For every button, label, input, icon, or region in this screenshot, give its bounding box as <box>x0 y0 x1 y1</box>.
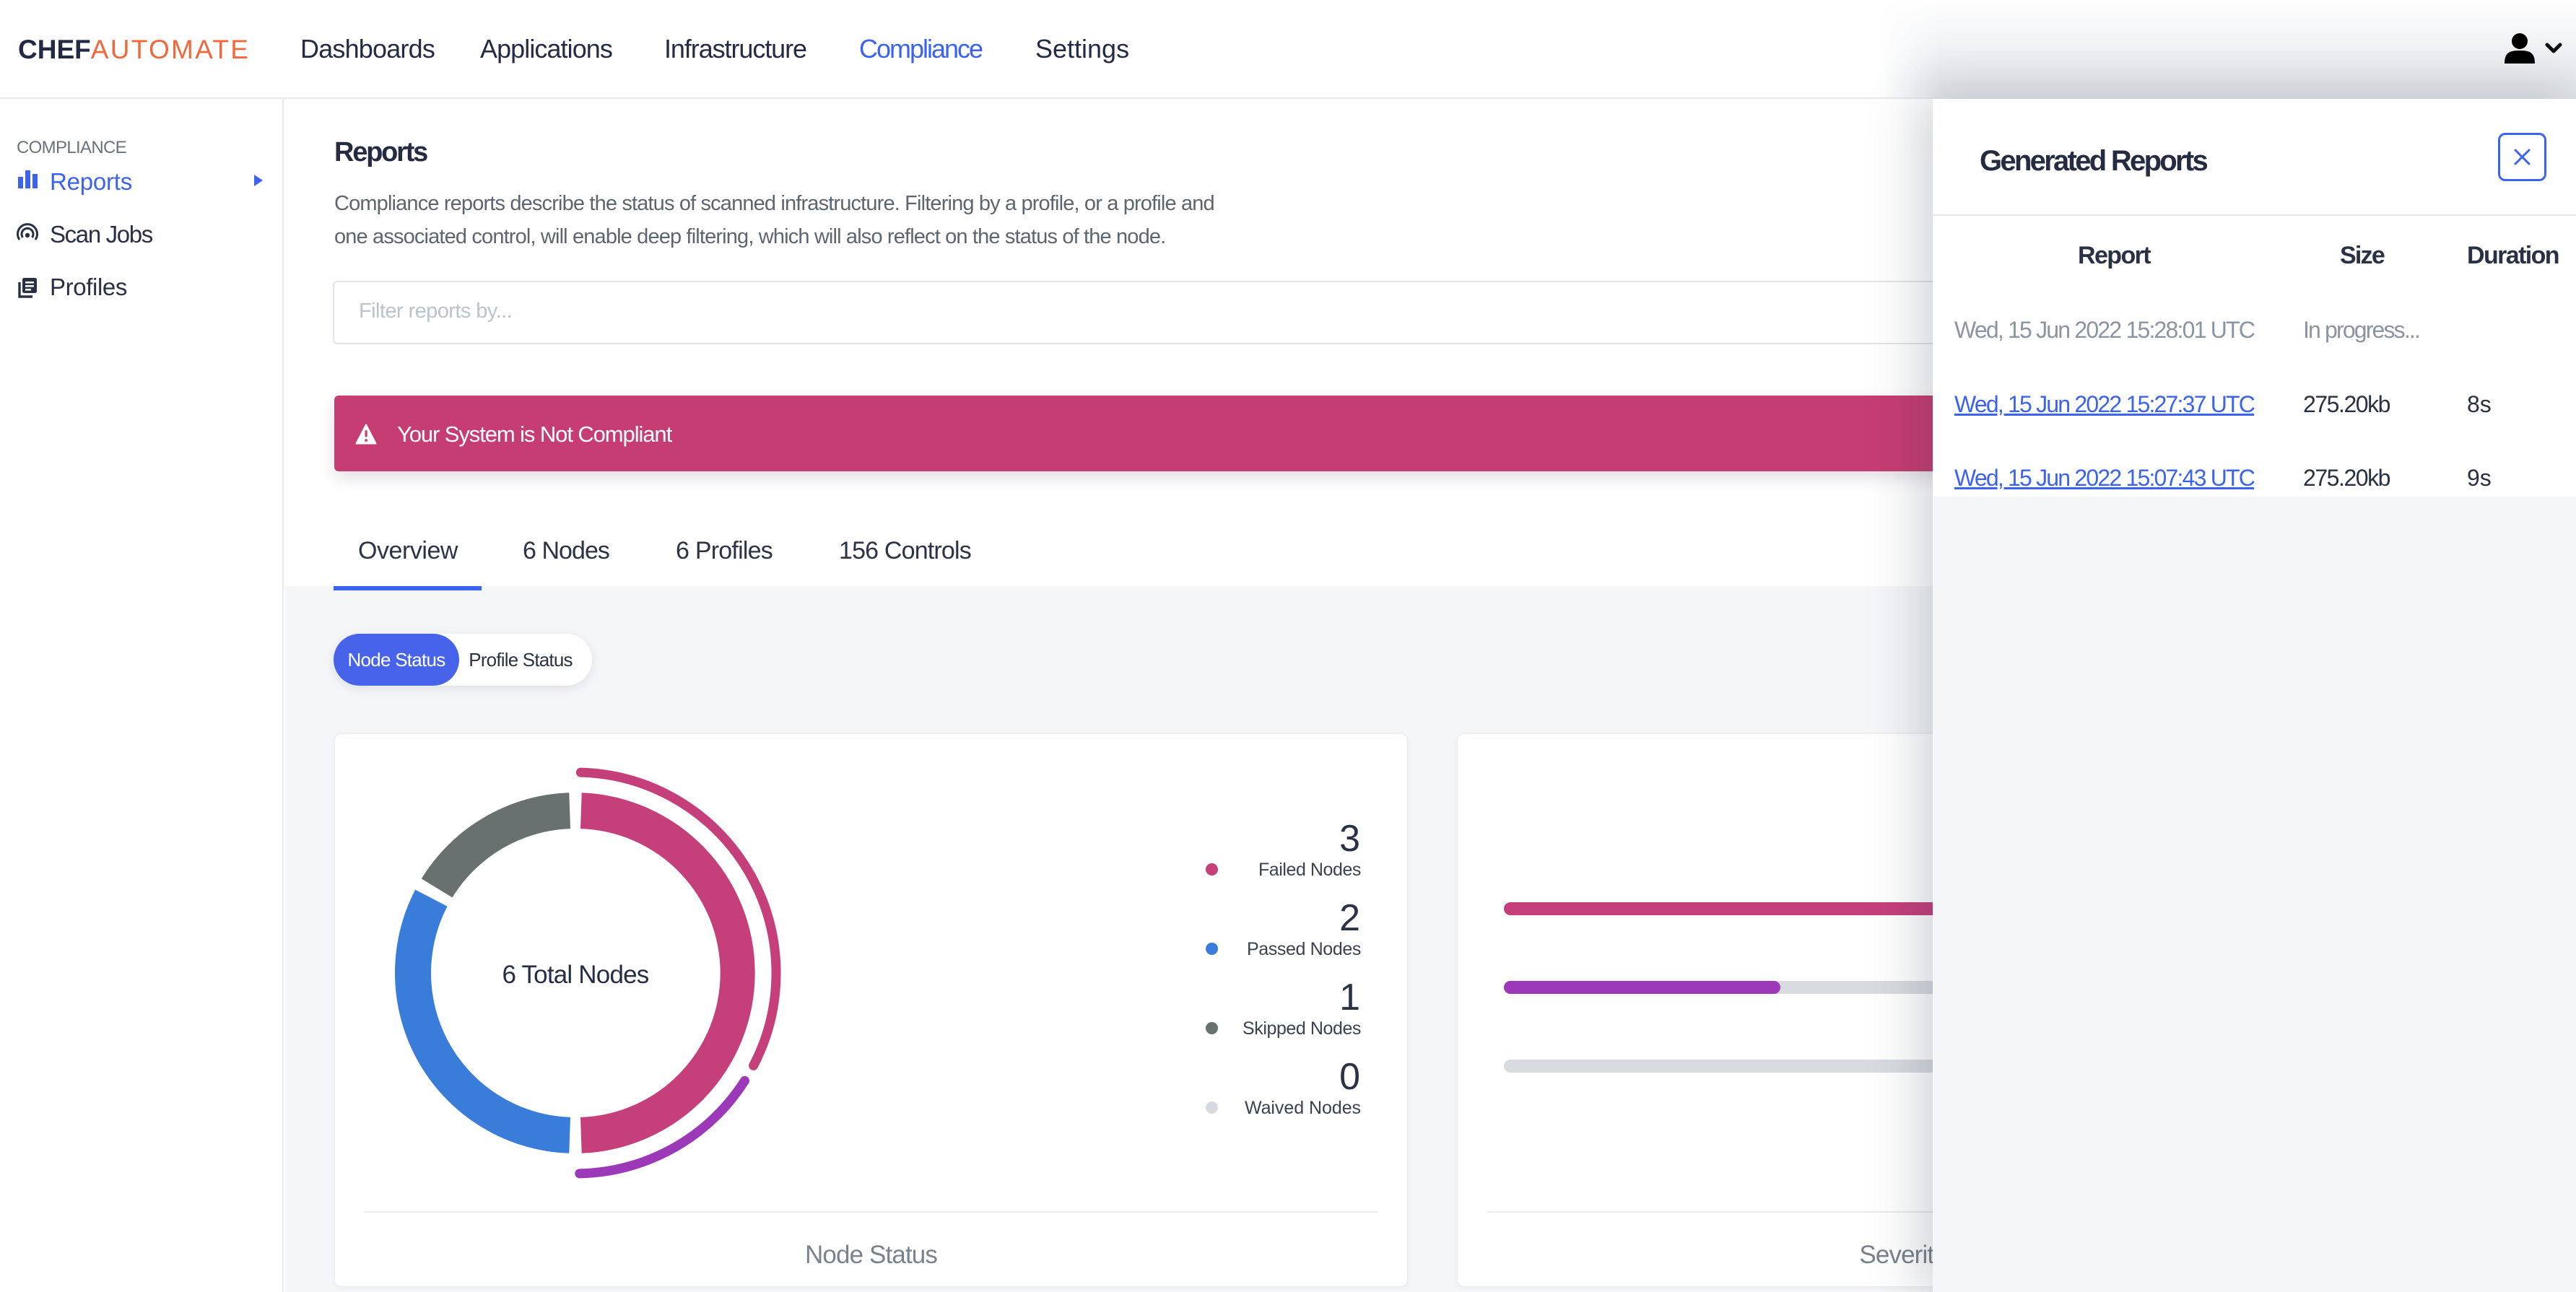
svg-text:6 Total Nodes: 6 Total Nodes <box>502 961 649 989</box>
